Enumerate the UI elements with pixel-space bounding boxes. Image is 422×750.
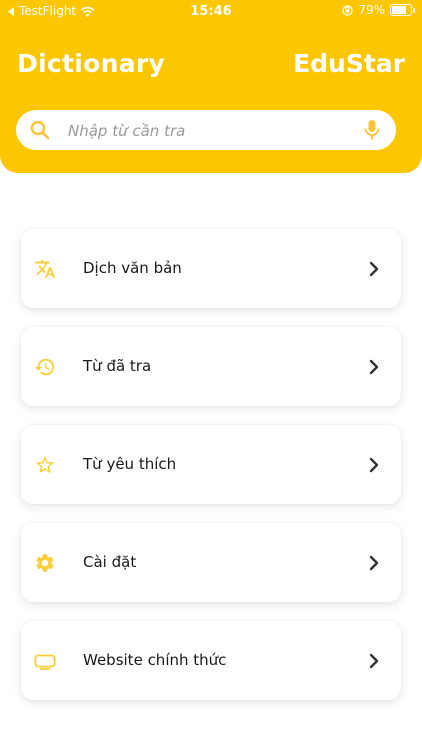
microphone-icon[interactable] bbox=[364, 119, 380, 141]
search-icon[interactable] bbox=[30, 120, 50, 140]
status-right: 79% bbox=[342, 3, 415, 17]
menu-item-label: Website chính thức bbox=[83, 651, 227, 669]
search-input[interactable] bbox=[66, 116, 360, 146]
battery-icon bbox=[390, 4, 415, 16]
menu-item-label: Dịch văn bản bbox=[83, 259, 182, 277]
orientation-lock-icon bbox=[342, 4, 353, 16]
menu-item-translate-text[interactable]: Dịch văn bản bbox=[21, 229, 401, 308]
brand-logo: EduStar bbox=[293, 49, 405, 78]
menu-item-label: Từ yêu thích bbox=[83, 455, 177, 473]
chevron-right-icon bbox=[369, 653, 379, 669]
star-icon bbox=[35, 455, 55, 474]
battery-percent: 79% bbox=[358, 3, 385, 17]
translate-icon bbox=[34, 259, 56, 279]
menu-item-favorites[interactable]: Từ yêu thích bbox=[21, 425, 401, 504]
status-bar: TestFlight 15:46 79% bbox=[0, 0, 422, 22]
menu-item-label: Từ đã tra bbox=[83, 357, 152, 375]
chevron-right-icon bbox=[369, 457, 379, 473]
menu-item-settings[interactable]: Cài đặt bbox=[21, 523, 401, 602]
chevron-right-icon bbox=[369, 359, 379, 375]
chevron-right-icon bbox=[369, 555, 379, 571]
menu-item-label: Cài đặt bbox=[83, 553, 137, 571]
header: TestFlight 15:46 79% Dictionary EduStar bbox=[0, 0, 422, 173]
search-bar[interactable] bbox=[16, 110, 396, 150]
page-title: Dictionary bbox=[17, 49, 166, 78]
menu-item-history[interactable]: Từ đã tra bbox=[21, 327, 401, 406]
gear-icon bbox=[36, 554, 54, 572]
monitor-icon bbox=[34, 654, 56, 670]
menu-item-official-website[interactable]: Website chính thức bbox=[21, 621, 401, 700]
history-icon bbox=[34, 358, 55, 376]
chevron-right-icon bbox=[369, 261, 379, 277]
